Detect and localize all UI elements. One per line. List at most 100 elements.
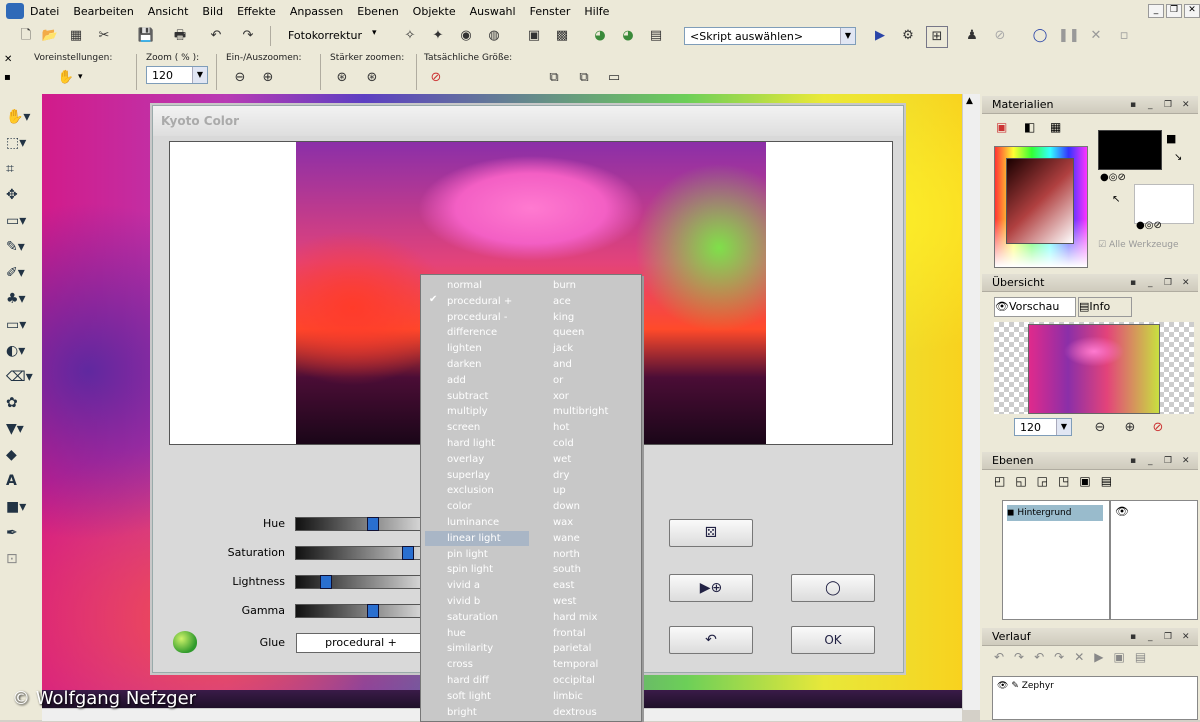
slider-thumb[interactable] — [320, 575, 332, 589]
actual-size-icon[interactable]: ⊘ — [426, 68, 446, 88]
list-item[interactable]: parietal — [553, 641, 591, 656]
list-item[interactable]: temporal — [553, 657, 598, 672]
zoom-out-icon[interactable]: ⊖ — [1090, 418, 1110, 438]
list-item[interactable]: luminance — [447, 515, 499, 530]
menu-ansicht[interactable]: Ansicht — [148, 5, 203, 18]
list-item[interactable]: exclusion — [447, 483, 494, 498]
landscape-icon[interactable]: ▩ — [552, 26, 572, 46]
list-item[interactable]: east — [553, 578, 574, 593]
red-eye-icon[interactable]: ◉ — [456, 26, 476, 46]
close-icon[interactable]: ✕ — [1182, 274, 1190, 292]
restore-icon[interactable]: ❐ — [1164, 274, 1172, 292]
script-select[interactable]: <Skript auswählen> ▼ — [684, 27, 856, 45]
list-item[interactable]: difference — [447, 325, 497, 340]
list-item[interactable]: frontal — [553, 626, 586, 641]
slider-thumb[interactable] — [402, 546, 414, 560]
glue-select[interactable]: procedural + — [296, 633, 426, 653]
list-item[interactable]: multibright — [553, 404, 608, 419]
fullscreen-icon[interactable]: ▭ — [604, 68, 624, 88]
list-item[interactable]: down — [553, 499, 580, 514]
pin-icon[interactable]: ▪ — [1130, 628, 1136, 646]
menu-objekte[interactable]: Objekte — [413, 5, 470, 18]
save-icon[interactable]: 💾 — [136, 26, 156, 46]
print-icon[interactable]: 🖶 — [170, 26, 190, 46]
clone-tool-icon[interactable]: ♣▾ — [6, 288, 34, 310]
tab-preview[interactable]: 👁Vorschau — [994, 297, 1076, 317]
list-item[interactable]: normal — [447, 278, 482, 293]
text-tool-icon[interactable]: A — [6, 470, 34, 492]
zoom-more-in-icon[interactable]: ⊛ — [362, 68, 382, 88]
list-item[interactable]: dextrous — [553, 705, 597, 720]
zoom-field[interactable]: 120 ▼ — [146, 66, 208, 84]
list-item[interactable]: hard light — [447, 436, 495, 451]
undo-button[interactable]: ↶ — [669, 626, 753, 654]
list-item[interactable]: overlay — [447, 452, 484, 467]
swatch-small-icon[interactable]: ■ — [1166, 132, 1176, 145]
list-item[interactable]: xor — [553, 389, 569, 404]
list-item[interactable]: add — [447, 373, 466, 388]
list-item[interactable]: lighten — [447, 341, 482, 356]
menu-bild[interactable]: Bild — [202, 5, 237, 18]
list-item[interactable]: procedural - — [447, 310, 508, 325]
restore-icon[interactable]: ❐ — [1164, 96, 1172, 114]
scroll-up-icon[interactable]: ▲ — [966, 96, 973, 106]
list-item[interactable]: up — [553, 483, 566, 498]
fg-style-icons[interactable]: ●◎⊘ — [1100, 172, 1126, 183]
pin-icon[interactable]: ▪ — [1130, 452, 1136, 470]
shape-tool-icon[interactable]: ■▾ — [6, 496, 34, 518]
minimize-icon[interactable]: _ — [1148, 274, 1153, 292]
restore-icon[interactable]: ❐ — [1164, 628, 1172, 646]
list-item[interactable]: color — [447, 499, 472, 514]
sharpen-icon[interactable]: ◕ — [618, 26, 638, 46]
dropdown-arrow-icon[interactable]: ▾ — [372, 28, 377, 38]
color-replace-icon[interactable]: ◆ — [6, 444, 34, 466]
list-item[interactable]: dry — [553, 468, 569, 483]
list-item[interactable]: or — [553, 373, 563, 388]
list-item[interactable]: soft light — [447, 689, 491, 704]
restore-icon[interactable]: ❐ — [1166, 4, 1182, 18]
list-item[interactable]: vivid a — [447, 578, 480, 593]
overview-zoom-field[interactable]: 120 ▼ — [1014, 418, 1072, 436]
run-script-icon[interactable]: ▶ — [870, 26, 890, 46]
cancel-icon[interactable]: ✕ — [1086, 26, 1106, 46]
rectangle-select-icon[interactable]: ▭▾ — [6, 210, 34, 232]
one-step-fix-icon[interactable]: ✧ — [400, 26, 420, 46]
lightness-slider[interactable] — [295, 575, 427, 589]
list-item[interactable]: king — [553, 310, 574, 325]
preview-button[interactable]: ▶⊕ — [669, 574, 753, 602]
bar-pin-icon[interactable]: ▪ — [4, 72, 11, 83]
actual-size-icon[interactable]: ⊘ — [1148, 418, 1168, 438]
warp-tool-icon[interactable]: ⊡ — [6, 548, 34, 570]
zoom-more-out-icon[interactable]: ⊛ — [332, 68, 352, 88]
close-icon[interactable]: ✕ — [1182, 452, 1190, 470]
list-item[interactable]: jack — [553, 341, 573, 356]
pause-icon[interactable]: ❚❚ — [1058, 26, 1080, 46]
minimize-icon[interactable]: _ — [1148, 452, 1153, 470]
list-item[interactable]: wax — [553, 515, 573, 530]
pin-icon[interactable]: ▪ — [1130, 274, 1136, 292]
hue-slider[interactable] — [295, 517, 427, 531]
close-icon[interactable]: ✕ — [1182, 628, 1190, 646]
list-item[interactable]: superlay — [447, 468, 490, 483]
reset-button[interactable]: ◯ — [791, 574, 875, 602]
history-tool-icons[interactable]: ↶↷↶↷✕▶▣▤ — [994, 650, 1156, 664]
bar-close-icon[interactable]: ✕ — [4, 54, 12, 65]
fotokorrektur-menu[interactable]: Fotokorrektur — [288, 29, 362, 42]
all-tools-checkbox[interactable]: ☑ Alle Werkzeuge — [1098, 240, 1179, 250]
menu-bearbeiten[interactable]: Bearbeiten — [73, 5, 147, 18]
menu-effekte[interactable]: Effekte — [237, 5, 290, 18]
menu-anpassen[interactable]: Anpassen — [290, 5, 357, 18]
gamma-slider[interactable] — [295, 604, 427, 618]
save-script-icon[interactable]: ▫ — [1114, 26, 1134, 46]
selection-tool-icon[interactable]: ⬚▾ — [6, 132, 34, 154]
list-item[interactable]: subtract — [447, 389, 488, 404]
list-item[interactable]: queen — [553, 325, 584, 340]
new-file-icon[interactable]: 🗋 — [16, 26, 36, 46]
photo-fix-icon[interactable]: ▣ — [524, 26, 544, 46]
zoom-in-icon[interactable]: ⊕ — [1120, 418, 1140, 438]
list-item[interactable]: burn — [553, 278, 576, 293]
list-item[interactable]: multiply — [447, 404, 488, 419]
list-item[interactable]: procedural + — [447, 294, 512, 309]
scanner-icon[interactable]: ✂ — [94, 26, 114, 46]
fade-correction-icon[interactable]: ◕ — [590, 26, 610, 46]
